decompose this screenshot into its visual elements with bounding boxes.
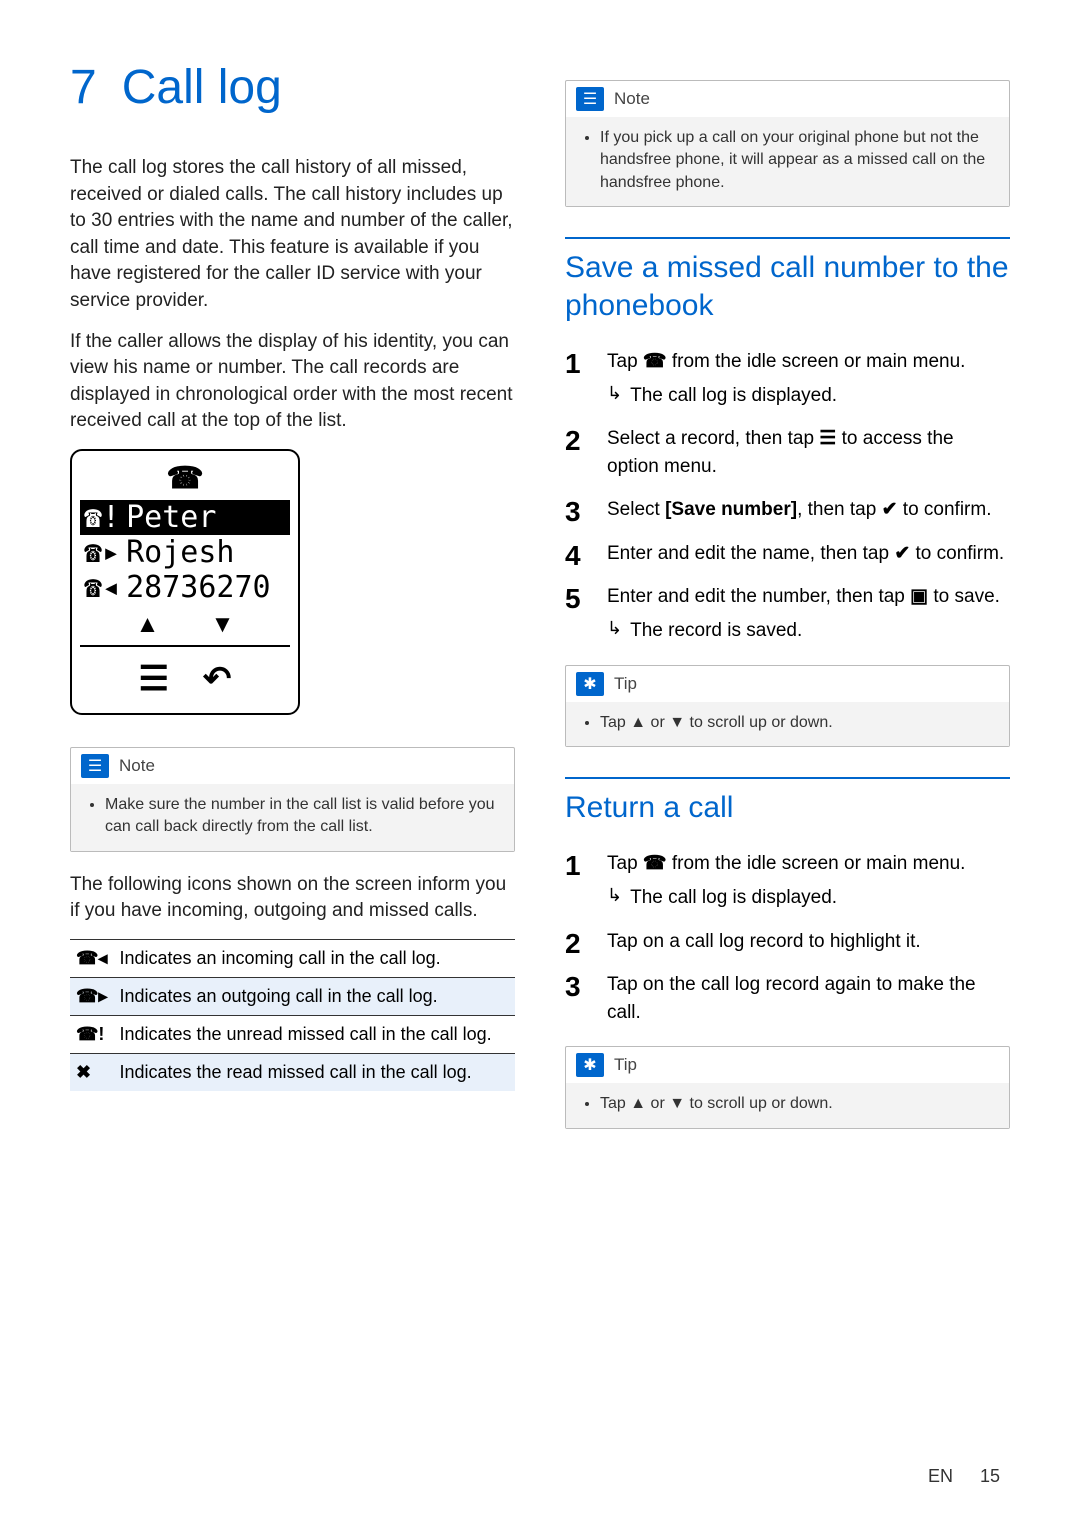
step-b2: Tap on a call log record to highlight it… (565, 928, 1010, 956)
confirm-icon: ✔ (894, 543, 910, 564)
scroll-arrows: ▲ ▼ (110, 611, 260, 639)
result-arrow-icon: ↳ (607, 382, 622, 410)
outgoing-call-icon: ☎▸ (84, 535, 120, 570)
tip-body-2: Tap ▲ or ▼ to scroll up or down. (600, 1093, 995, 1115)
tip-callout-2: ✱ Tip Tap ▲ or ▼ to scroll up or down. (565, 1046, 1010, 1128)
intro-paragraph-2: If the caller allows the display of his … (70, 329, 515, 435)
phone-divider (80, 645, 290, 647)
phone-entry-2: ☎▸ Rojesh (80, 535, 290, 570)
section-a-title: Save a missed call number to the phonebo… (565, 237, 1010, 324)
note-label-1: Note (119, 756, 155, 776)
footer-page-number: 15 (980, 1466, 1000, 1486)
confirm-icon: ✔ (882, 499, 898, 520)
up-arrow-icon: ▲ (630, 1095, 646, 1112)
step-a5: Enter and edit the number, then tap ▣ to… (565, 583, 1010, 644)
left-column: 7 Call log The call log stores the call h… (70, 60, 515, 1149)
note-callout-1: ☰ Note Make sure the number in the call … (70, 747, 515, 852)
section-b-steps: Tap ☎ from the idle screen or main menu.… (565, 850, 1010, 1026)
outgoing-call-icon: ☎▸ (70, 977, 113, 1015)
down-arrow-icon: ▼ (669, 1095, 685, 1112)
step-a2: Select a record, then tap ☰ to access th… (565, 425, 1010, 480)
note-label-2: Note (614, 89, 650, 109)
incoming-call-icon: ☎◂ (84, 570, 120, 605)
chapter-title-text: Call log (122, 61, 282, 114)
table-row: ☎▸ Indicates an outgoing call in the cal… (70, 977, 515, 1015)
right-column: ☰ Note If you pick up a call on your ori… (565, 60, 1010, 1149)
tip-icon: ✱ (576, 672, 604, 696)
footer-lang: EN (928, 1466, 953, 1486)
missed-call-icon: ☎! (84, 500, 120, 535)
phone-screen-illustration: ☎ ☎! Peter ☎▸ Rojesh ☎◂ 28736270 ▲ ▼ ☰ ↶ (70, 449, 300, 715)
entry-number-3: 28736270 (126, 570, 271, 605)
result-arrow-icon: ↳ (607, 617, 622, 645)
icon-desc-2: Indicates an outgoing call in the call l… (113, 977, 515, 1015)
up-arrow-icon: ▲ (630, 714, 646, 731)
result-arrow-icon: ↳ (607, 884, 622, 912)
tip-icon: ✱ (576, 1053, 604, 1077)
missed-read-icon: ✖ (70, 1053, 113, 1091)
incoming-call-icon: ☎◂ (70, 939, 113, 977)
icon-legend-table: ☎◂ Indicates an incoming call in the cal… (70, 939, 515, 1091)
down-arrow-icon: ▼ (211, 611, 235, 639)
tip-callout-1: ✱ Tip Tap ▲ or ▼ to scroll up or down. (565, 665, 1010, 747)
note-body-2: If you pick up a call on your original p… (600, 127, 995, 194)
step-a4: Enter and edit the name, then tap ✔ to c… (565, 540, 1010, 568)
icon-desc-3: Indicates the unread missed call in the … (113, 1015, 515, 1053)
icon-desc-1: Indicates an incoming call in the call l… (113, 939, 515, 977)
phone-entry-3: ☎◂ 28736270 (80, 570, 290, 605)
up-arrow-icon: ▲ (136, 611, 160, 639)
section-b-title: Return a call (565, 777, 1010, 827)
tip-body-1: Tap ▲ or ▼ to scroll up or down. (600, 712, 995, 734)
chapter-number: 7 (70, 61, 97, 114)
step-a5-result: The record is saved. (630, 617, 802, 645)
table-row: ☎! Indicates the unread missed call in t… (70, 1015, 515, 1053)
step-a3: Select [Save number], then tap ✔ to conf… (565, 496, 1010, 524)
step-b1: Tap ☎ from the idle screen or main menu.… (565, 850, 1010, 911)
save-icon: ▣ (910, 586, 928, 607)
step-a1-result: The call log is displayed. (630, 382, 837, 410)
step-a1: Tap ☎ from the idle screen or main menu.… (565, 348, 1010, 409)
missed-unread-icon: ☎! (70, 1015, 113, 1053)
phone-bottom-icons: ☰ ↶ (80, 653, 290, 705)
note-callout-2: ☰ Note If you pick up a call on your ori… (565, 80, 1010, 207)
table-row: ✖ Indicates the read missed call in the … (70, 1053, 515, 1091)
tip-label-2: Tip (614, 1055, 637, 1075)
call-log-icon: ☎ (643, 853, 667, 874)
table-row: ☎◂ Indicates an incoming call in the cal… (70, 939, 515, 977)
down-arrow-icon: ▼ (669, 714, 685, 731)
phone-entry-selected: ☎! Peter (80, 500, 290, 535)
note-icon: ☰ (81, 754, 109, 778)
chapter-heading: 7 Call log (70, 60, 515, 115)
step-b3: Tap on the call log record again to make… (565, 971, 1010, 1026)
icons-intro: The following icons shown on the screen … (70, 872, 515, 925)
save-number-option: [Save number] (665, 499, 797, 520)
entry-name-2: Rojesh (126, 535, 234, 570)
tip-label-1: Tip (614, 674, 637, 694)
icon-desc-4: Indicates the read missed call in the ca… (113, 1053, 515, 1091)
note-body-1: Make sure the number in the call list is… (105, 794, 500, 839)
step-b1-result: The call log is displayed. (630, 884, 837, 912)
menu-icon: ☰ (139, 659, 169, 699)
call-log-icon: ☎ (643, 351, 667, 372)
call-log-header-icon: ☎ (80, 461, 290, 496)
note-icon: ☰ (576, 87, 604, 111)
entry-name-1: Peter (126, 500, 216, 535)
page-footer: EN 15 (928, 1466, 1000, 1487)
back-icon: ↶ (203, 659, 232, 699)
section-a-steps: Tap ☎ from the idle screen or main menu.… (565, 348, 1010, 644)
menu-icon: ☰ (819, 428, 836, 449)
intro-paragraph-1: The call log stores the call history of … (70, 155, 515, 315)
